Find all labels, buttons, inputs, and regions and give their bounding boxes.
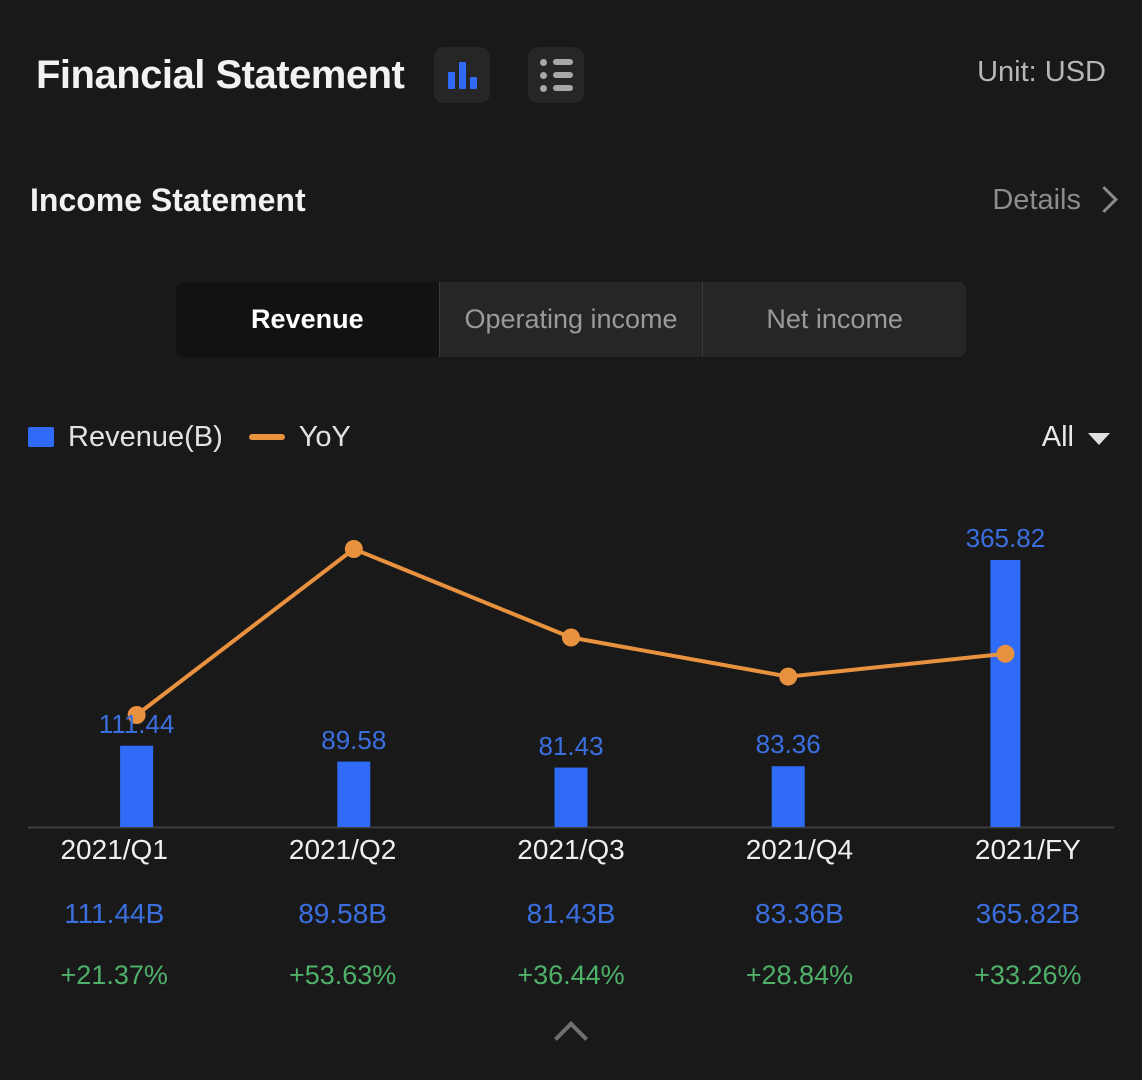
table-row: 2021/FY 365.82B +33.26%: [914, 828, 1142, 991]
range-selector-value: All: [1041, 420, 1074, 453]
bar-value-label: 365.82: [965, 523, 1046, 553]
table-row: 2021/Q1 111.44B +21.37%: [0, 828, 228, 991]
chart-bar: [554, 767, 588, 827]
unit-label: Unit: USD: [977, 56, 1106, 88]
legend-label-revenue: Revenue(B): [68, 420, 223, 453]
amount-value: 111.44B: [64, 898, 165, 929]
tab-net-income[interactable]: Net income: [703, 282, 966, 357]
list-view-toggle-button[interactable]: [528, 47, 585, 103]
chevron-right-icon: [1091, 185, 1118, 213]
bar-chart-icon: [447, 61, 477, 89]
amount-value: 89.58B: [298, 898, 387, 929]
chart-bar: [990, 560, 1021, 827]
legend-item-yoy[interactable]: YoY: [248, 420, 351, 454]
chevron-down-icon: [1088, 432, 1110, 445]
legend-bar-swatch-icon: [28, 427, 54, 447]
change-value: +33.26%: [974, 960, 1082, 990]
yoy-point-marker: [996, 644, 1015, 663]
chevron-up-icon: [554, 1021, 588, 1055]
amount-value: 365.82B: [975, 898, 1080, 929]
amount-value: 83.36B: [755, 898, 844, 929]
yoy-point-markers: [127, 540, 1015, 724]
period-label: 2021/Q3: [517, 834, 625, 865]
tab-operating-income[interactable]: Operating income: [440, 282, 704, 357]
table-row: 2021/Q3 81.43B +36.44%: [457, 828, 685, 991]
financial-data-table: 2021/Q1 111.44B +21.37% 2021/Q2 89.58B +…: [0, 828, 1142, 991]
change-value: +28.84%: [745, 960, 854, 990]
chart-bar: [771, 766, 805, 827]
tab-revenue[interactable]: Revenue: [176, 282, 440, 357]
yoy-point-marker: [562, 628, 580, 647]
legend-line-swatch-icon: [248, 434, 285, 440]
details-label: Details: [992, 183, 1081, 216]
section-title: Income Statement: [30, 181, 306, 218]
section-header: Income Statement Details: [0, 172, 1142, 228]
legend-item-revenue[interactable]: Revenue(B): [28, 421, 223, 454]
chart-legend-row: Revenue(B) YoY All: [0, 412, 1142, 462]
period-label: 2021/FY: [974, 834, 1081, 865]
legend-label-yoy: YoY: [298, 420, 351, 453]
legend-items: Revenue(B) YoY: [0, 421, 351, 454]
chart-view-toggle-button[interactable]: [434, 47, 491, 103]
bar-value-label: 81.43: [538, 730, 604, 761]
app-header: Financial Statement Unit: USD: [0, 0, 1142, 150]
collapse-section-button[interactable]: [0, 1018, 1142, 1055]
list-icon: [539, 58, 573, 92]
change-value: +53.63%: [288, 960, 397, 990]
chart-bars-group: [120, 560, 1021, 827]
yoy-point-marker: [779, 667, 798, 686]
table-row: 2021/Q2 89.58B +53.63%: [228, 828, 456, 991]
change-value: +36.44%: [517, 960, 625, 990]
period-label: 2021/Q1: [60, 834, 168, 865]
revenue-chart[interactable]: 111.44 89.58 81.43 83.36 365.82: [0, 470, 1142, 840]
bar-value-label: 89.58: [321, 724, 387, 755]
header-left-group: Financial Statement: [0, 47, 585, 103]
range-selector[interactable]: All: [1042, 421, 1110, 454]
table-row: 2021/Q4 83.36B +28.84%: [685, 828, 913, 991]
bar-value-label: 83.36: [755, 729, 821, 760]
statement-tabs: Revenue Operating income Net income: [176, 282, 966, 357]
period-label: 2021/Q4: [745, 834, 854, 865]
bar-value-label: 111.44: [98, 708, 175, 739]
page-title: Financial Statement: [36, 52, 405, 97]
amount-value: 81.43B: [526, 898, 616, 929]
change-value: +21.37%: [60, 960, 168, 990]
chart-bar: [120, 745, 154, 827]
chart-bar: [337, 761, 371, 827]
period-label: 2021/Q2: [288, 834, 397, 865]
yoy-point-marker: [344, 540, 363, 558]
details-link[interactable]: Details: [992, 183, 1118, 217]
